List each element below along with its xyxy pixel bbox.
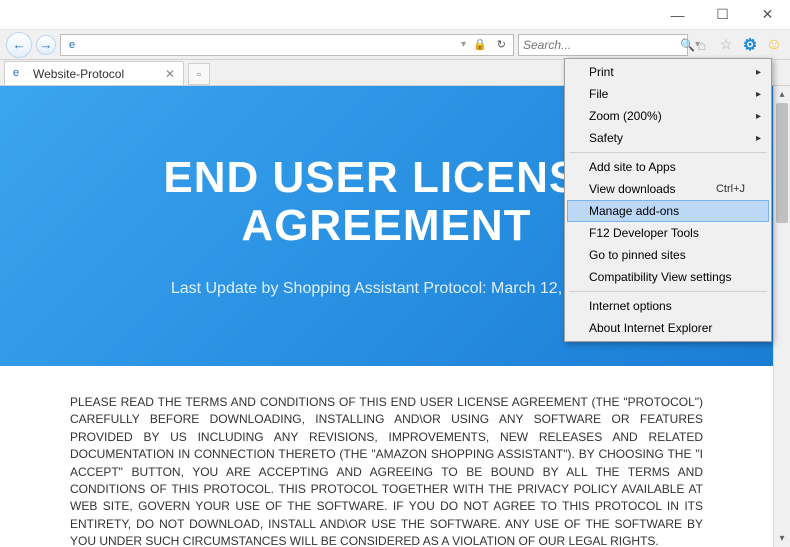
tab-website-protocol[interactable]: e Website-Protocol ✕ [4, 61, 184, 85]
scroll-down-icon[interactable]: ▾ [774, 530, 790, 547]
menu-shortcut: Ctrl+J [716, 183, 745, 195]
feedback-icon[interactable]: ☺ [764, 35, 784, 55]
menu-zoom[interactable]: Zoom (200%) [567, 105, 769, 127]
menu-safety[interactable]: Safety [567, 127, 769, 149]
menu-label: Safety [589, 131, 623, 145]
vertical-scrollbar[interactable]: ▴ ▾ [773, 86, 790, 547]
menu-label: Internet options [589, 299, 672, 313]
menu-label: Compatibility View settings [589, 270, 732, 284]
menu-print[interactable]: Print [567, 61, 769, 83]
minimize-button[interactable]: — [655, 0, 700, 30]
favorites-icon[interactable]: ☆ [716, 35, 736, 55]
refresh-icon[interactable]: ↻ [494, 38, 509, 51]
menu-about[interactable]: About Internet Explorer [567, 317, 769, 339]
eula-body: PLEASE READ THE TERMS AND CONDITIONS OF … [0, 366, 773, 547]
new-tab-button[interactable]: ▫ [188, 63, 210, 85]
menu-file[interactable]: File [567, 83, 769, 105]
scroll-thumb[interactable] [776, 103, 788, 223]
ie-icon: e [13, 67, 27, 81]
page-title-line2: AGREEMENT [163, 202, 609, 250]
menu-label: Go to pinned sites [589, 248, 686, 262]
menu-manage-addons[interactable]: Manage add-ons [567, 200, 769, 222]
scroll-up-icon[interactable]: ▴ [774, 86, 790, 103]
menu-add-site[interactable]: Add site to Apps [567, 156, 769, 178]
search-input[interactable] [523, 38, 680, 52]
menu-pinned[interactable]: Go to pinned sites [567, 244, 769, 266]
menu-compat[interactable]: Compatibility View settings [567, 266, 769, 288]
search-box[interactable]: 🔍 ▾ [518, 34, 688, 56]
close-icon[interactable]: ✕ [165, 67, 175, 81]
eula-text: PLEASE READ THE TERMS AND CONDITIONS OF … [70, 394, 703, 547]
back-button[interactable]: ← [6, 32, 32, 58]
menu-separator [569, 291, 767, 292]
ie-icon: e [65, 38, 79, 52]
tab-title: Website-Protocol [33, 67, 124, 81]
gear-icon[interactable]: ⚙ [740, 35, 760, 55]
page-title: END USER LICENSE AGREEMENT [163, 154, 609, 251]
menu-internet-options[interactable]: Internet options [567, 295, 769, 317]
home-icon[interactable]: ⌂ [692, 35, 712, 55]
lock-icon[interactable]: 🔒 [470, 38, 490, 51]
menu-label: View downloads [589, 182, 676, 196]
menu-view-downloads[interactable]: View downloads Ctrl+J [567, 178, 769, 200]
page-title-line1: END USER LICENSE [163, 154, 609, 202]
menu-label: About Internet Explorer [589, 321, 712, 335]
menu-label: Add site to Apps [589, 160, 676, 174]
menu-label: Zoom (200%) [589, 109, 662, 123]
menu-label: File [589, 87, 608, 101]
address-bar[interactable]: e ▾ 🔒 ↻ [60, 34, 514, 56]
maximize-button[interactable]: ☐ [700, 0, 745, 30]
menu-label: F12 Developer Tools [589, 226, 699, 240]
dropdown-icon[interactable]: ▾ [461, 39, 466, 50]
menu-f12[interactable]: F12 Developer Tools [567, 222, 769, 244]
tools-menu: Print File Zoom (200%) Safety Add site t… [564, 58, 772, 342]
menu-separator [569, 152, 767, 153]
toolbar: ← → e ▾ 🔒 ↻ 🔍 ▾ ⌂ ☆ ⚙ ☺ [0, 30, 790, 60]
page-subtitle: Last Update by Shopping Assistant Protoc… [171, 280, 602, 298]
close-button[interactable]: ✕ [745, 0, 790, 30]
window-titlebar: — ☐ ✕ [0, 0, 790, 30]
forward-button[interactable]: → [36, 35, 56, 55]
menu-label: Print [589, 65, 614, 79]
menu-label: Manage add-ons [589, 204, 679, 218]
